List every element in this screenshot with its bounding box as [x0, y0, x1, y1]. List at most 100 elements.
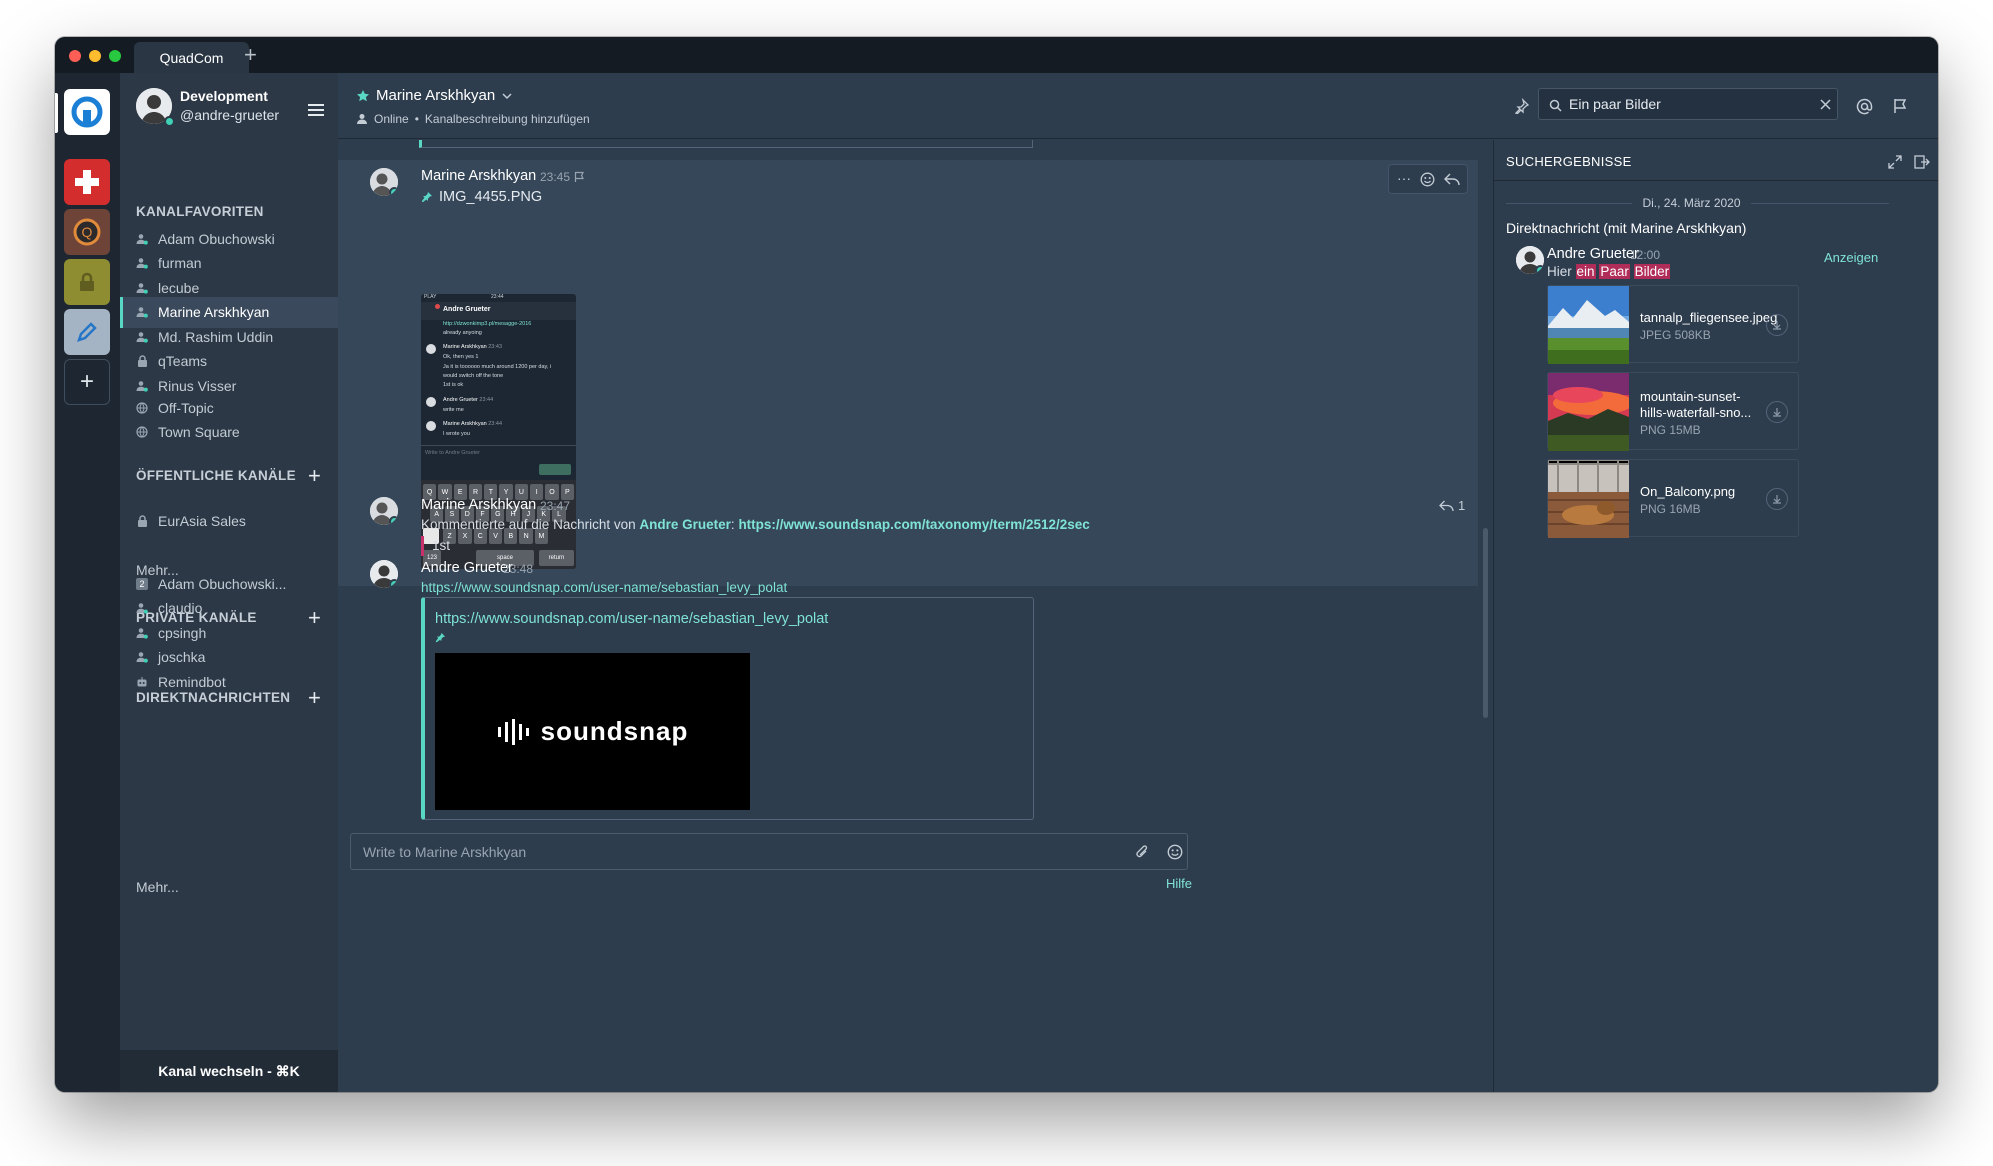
- new-tab-button[interactable]: +: [244, 40, 257, 70]
- file-name: mountain-sunset-hills-waterfall-sno...: [1640, 389, 1752, 420]
- result-channel-context[interactable]: Direktnachricht (mit Marine Arskhkyan): [1506, 220, 1746, 236]
- channel-switcher-button[interactable]: Kanal wechseln - ⌘K: [120, 1050, 338, 1092]
- link-preview-card: https://www.soundsnap.com/user-name/seba…: [421, 597, 1034, 820]
- file-thumbnail-image[interactable]: [1548, 373, 1629, 451]
- result-username[interactable]: Andre Grueter: [1547, 246, 1639, 262]
- lock-icon: [136, 355, 148, 367]
- download-icon[interactable]: [1766, 401, 1788, 423]
- chevron-down-icon[interactable]: [501, 90, 513, 102]
- channel-title[interactable]: Marine Arskhkyan: [356, 87, 513, 104]
- phone-divider: [421, 445, 576, 446]
- post-username[interactable]: Marine Arskhkyan: [421, 497, 536, 513]
- emoji-icon[interactable]: [1167, 844, 1183, 860]
- more-actions-icon[interactable]: ···: [1397, 171, 1411, 185]
- user-icon: [136, 257, 148, 269]
- quadcom-logo-icon: [71, 96, 103, 128]
- sidebar-item-label: lecube: [158, 279, 200, 296]
- sidebar-item-town-square[interactable]: Town Square: [120, 417, 338, 448]
- post-link[interactable]: https://www.soundsnap.com/user-name/seba…: [421, 580, 787, 595]
- post-username[interactable]: Marine Arskhkyan: [421, 168, 536, 184]
- star-icon[interactable]: [356, 89, 370, 103]
- attachment-filename[interactable]: IMG_4455.PNG: [439, 189, 542, 205]
- post-time[interactable]: 23:47: [540, 499, 570, 513]
- sidebar-item-eurasia-sales[interactable]: EurAsia Sales: [120, 505, 338, 536]
- menu-icon[interactable]: [308, 104, 324, 116]
- avatar[interactable]: [370, 497, 398, 525]
- avatar[interactable]: [1516, 246, 1544, 274]
- close-window-button[interactable]: [69, 50, 81, 62]
- flag-icon[interactable]: [574, 171, 585, 183]
- file-thumbnail-image[interactable]: [1548, 460, 1629, 538]
- file-attachment[interactable]: tannalp_fliegensee.jpeg JPEG 508KB: [1547, 285, 1799, 364]
- channel-header: Marine Arskhkyan Online • Kanalbeschreib…: [338, 73, 1938, 139]
- emoji-icon[interactable]: [1420, 172, 1435, 187]
- sidebar-item-label: claudio: [158, 600, 203, 616]
- preview-image[interactable]: soundsnap: [435, 653, 750, 810]
- download-icon[interactable]: [1766, 314, 1788, 336]
- help-link[interactable]: Hilfe: [1166, 876, 1192, 891]
- add-server-button[interactable]: +: [64, 359, 110, 405]
- sidebar-item-label: qTeams: [158, 353, 208, 369]
- comment-user-link[interactable]: Andre Grueter: [639, 517, 731, 532]
- dm-more-link[interactable]: Mehr...: [136, 879, 179, 895]
- sidebar-item-label: Remindbot: [158, 673, 226, 690]
- phone-line: already anyoing: [443, 330, 482, 336]
- reply-icon[interactable]: [1444, 173, 1460, 186]
- comment-prefix: Kommentierte auf die Nachricht von: [421, 517, 636, 532]
- phone-status-bar: PLAY 23:44: [421, 294, 576, 302]
- pin-icon[interactable]: [1513, 97, 1531, 115]
- phone-send-button: [539, 464, 571, 475]
- pin-icon[interactable]: [435, 632, 446, 643]
- channel-sidebar: Development @andre-grueter KANALFAVORITE…: [120, 73, 338, 1092]
- post-time[interactable]: 23:45: [540, 170, 570, 184]
- file-attachment[interactable]: On_Balcony.png PNG 16MB: [1547, 459, 1799, 538]
- file-meta: JPEG 508KB: [1640, 328, 1711, 342]
- rhs-title: SUCHERGEBNISSE: [1506, 154, 1632, 169]
- search-input[interactable]: Ein paar Bilder: [1538, 88, 1838, 120]
- clear-search-icon[interactable]: [1820, 99, 1831, 110]
- result-time[interactable]: 12:00: [1630, 248, 1660, 262]
- mentions-icon[interactable]: [1855, 97, 1873, 115]
- jump-to-message-link[interactable]: Anzeigen: [1824, 250, 1878, 265]
- expand-icon[interactable]: [1888, 155, 1902, 169]
- soundsnap-brand: soundsnap: [540, 716, 689, 746]
- search-icon: [1549, 99, 1562, 112]
- server-q[interactable]: Q: [64, 209, 110, 255]
- maximize-window-button[interactable]: [109, 50, 121, 62]
- scrollbar[interactable]: [1483, 528, 1488, 718]
- download-icon[interactable]: [1766, 488, 1788, 510]
- server-lock[interactable]: [64, 259, 110, 305]
- post-time[interactable]: 23:48: [503, 562, 533, 576]
- add-description-link[interactable]: Kanalbeschreibung hinzufügen: [425, 112, 590, 126]
- flag-icon[interactable]: [1891, 97, 1909, 115]
- sidebar-item-label: Town Square: [158, 424, 240, 440]
- file-thumbnail-image[interactable]: [1548, 286, 1629, 364]
- globe-icon: [136, 401, 148, 414]
- phone-msg-text: would switch off the tone: [443, 373, 504, 379]
- preview-url[interactable]: https://www.soundsnap.com/user-name/seba…: [435, 611, 828, 627]
- file-attachment[interactable]: mountain-sunset-hills-waterfall-sno... P…: [1547, 372, 1799, 451]
- user-icon: [136, 233, 148, 245]
- minimize-window-button[interactable]: [89, 50, 101, 62]
- tab-quadcom[interactable]: QuadCom: [134, 42, 249, 73]
- avatar[interactable]: [370, 560, 398, 588]
- channel-subtitle: Online • Kanalbeschreibung hinzufügen: [356, 112, 590, 126]
- team-name: Development: [180, 88, 268, 104]
- phone-msg-text: Ja it is toooooo much around 1200 per da…: [443, 364, 552, 370]
- attachment-icon[interactable]: [1135, 844, 1149, 860]
- file-meta: PNG 16MB: [1640, 502, 1701, 516]
- result-text: Hier ein Paar Bilder: [1547, 264, 1671, 279]
- server-pencil[interactable]: [64, 309, 110, 355]
- avatar[interactable]: [370, 168, 398, 196]
- server-red-cross[interactable]: [64, 159, 110, 205]
- phone-input-placeholder: Write to Andre Grueter: [425, 450, 480, 456]
- close-panel-icon[interactable]: [1914, 155, 1930, 169]
- post-username[interactable]: Andre Grueter: [421, 560, 513, 576]
- sidebar-item-remindbot[interactable]: Remindbot: [120, 666, 338, 697]
- phone-link-line: http://dzwonkimp3.pl/mesagge-2016: [443, 321, 532, 327]
- comment-url-link[interactable]: https://www.soundsnap.com/taxonomy/term/…: [738, 517, 1089, 532]
- server-quadcom[interactable]: [64, 89, 110, 135]
- message-input[interactable]: Write to Marine Arskhkyan: [350, 833, 1188, 870]
- reply-count[interactable]: 1: [1439, 498, 1465, 513]
- add-public-channel-button[interactable]: +: [308, 465, 321, 487]
